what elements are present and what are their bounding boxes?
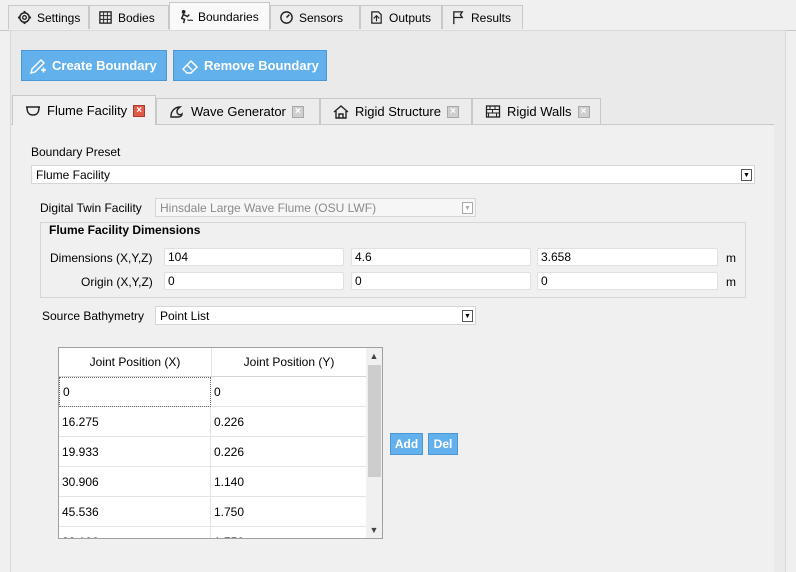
dimension-y-field[interactable]: 4.6 xyxy=(351,248,531,266)
tab-bodies[interactable]: Bodies xyxy=(89,5,169,29)
table-cell[interactable]: 1.750 xyxy=(211,527,366,538)
pencil-plus-icon xyxy=(29,58,46,74)
table-row: 30.906 1.140 xyxy=(59,467,366,497)
boundary-preset-select[interactable]: Flume Facility ▼ xyxy=(31,165,755,184)
origin-x-field[interactable]: 0 xyxy=(164,272,344,290)
close-icon[interactable]: × xyxy=(446,105,459,118)
gear-icon xyxy=(17,10,32,25)
tab-sensors[interactable]: Sensors xyxy=(270,5,360,29)
create-boundary-button[interactable]: Create Boundary xyxy=(21,50,167,81)
bathymetry-table: Joint Position (X) Joint Position (Y) 0 … xyxy=(58,347,383,539)
add-row-button[interactable]: Add xyxy=(390,433,423,455)
tab-outputs[interactable]: Outputs xyxy=(360,5,442,29)
table-cell[interactable]: 0.226 xyxy=(211,407,366,437)
chevron-down-icon[interactable]: ▼ xyxy=(366,522,382,538)
table-cell[interactable]: 0 xyxy=(59,377,211,407)
flag-icon xyxy=(453,11,464,25)
dimensions-label: Dimensions (X,Y,Z) xyxy=(50,251,153,265)
table-cell[interactable]: 1.140 xyxy=(211,467,366,497)
source-bathymetry-select[interactable]: Point List ▼ xyxy=(155,306,476,325)
table-header: Joint Position (X) Joint Position (Y) xyxy=(59,348,366,377)
gauge-icon xyxy=(280,11,293,24)
delete-row-button[interactable]: Del xyxy=(428,433,458,455)
tab-rigid-walls[interactable]: Rigid Walls × xyxy=(472,98,601,124)
close-icon[interactable]: × xyxy=(577,105,590,118)
tab-wave-generator[interactable]: Wave Generator × xyxy=(156,98,320,124)
table-row: 82.106 1.750 xyxy=(59,527,366,538)
table-cell[interactable]: 1.750 xyxy=(211,497,366,527)
tab-label: Results xyxy=(471,10,512,25)
boundary-preset-label: Boundary Preset xyxy=(31,145,121,159)
table-cell[interactable]: 82.106 xyxy=(59,527,211,538)
table-scrollbar[interactable]: ▲ ▼ xyxy=(366,348,382,538)
grid-icon xyxy=(99,11,112,24)
export-icon xyxy=(371,11,382,24)
house-icon xyxy=(333,105,349,119)
table-row: 16.275 0.226 xyxy=(59,407,366,437)
chevron-down-icon: ▼ xyxy=(741,169,752,181)
origin-z-field[interactable]: 0 xyxy=(537,272,718,290)
chevron-down-icon: ▼ xyxy=(462,310,473,322)
table-cell[interactable]: 45.536 xyxy=(59,497,211,527)
chevron-up-icon[interactable]: ▲ xyxy=(366,348,382,364)
tab-results[interactable]: Results xyxy=(442,5,523,29)
unit-label: m xyxy=(726,275,736,289)
tab-label: Sensors xyxy=(299,10,344,25)
table-cell[interactable]: 30.906 xyxy=(59,467,211,497)
table-cell[interactable]: 0.226 xyxy=(211,437,366,467)
column-header-y[interactable]: Joint Position (Y) xyxy=(211,348,366,376)
digital-twin-facility-select[interactable]: Hinsdale Large Wave Flume (OSU LWF) ▼ xyxy=(155,198,476,217)
tab-label: Boundaries xyxy=(198,9,259,24)
column-header-x[interactable]: Joint Position (X) xyxy=(59,348,211,376)
eraser-icon xyxy=(181,59,199,74)
table-cell[interactable]: 0 xyxy=(211,377,366,407)
table-cell[interactable]: 19.933 xyxy=(59,437,211,467)
tab-settings[interactable]: Settings xyxy=(8,5,89,29)
unit-label: m xyxy=(726,251,736,265)
tab-boundaries[interactable]: Boundaries xyxy=(169,2,270,30)
tab-label: Bodies xyxy=(118,10,155,25)
wave-person-icon xyxy=(180,9,193,24)
group-title: Flume Facility Dimensions xyxy=(49,223,201,237)
table-row: 19.933 0.226 xyxy=(59,437,366,467)
table-cell[interactable]: 16.275 xyxy=(59,407,211,437)
flume-icon xyxy=(26,106,40,116)
tab-label: Outputs xyxy=(389,10,432,25)
close-icon[interactable]: × xyxy=(133,104,146,117)
origin-y-field[interactable]: 0 xyxy=(351,272,531,290)
close-icon[interactable]: × xyxy=(291,105,304,118)
chevron-down-icon: ▼ xyxy=(462,202,473,214)
remove-boundary-button[interactable]: Remove Boundary xyxy=(173,50,327,81)
dimension-x-field[interactable]: 104 xyxy=(164,248,344,266)
source-bathymetry-label: Source Bathymetry xyxy=(42,309,145,323)
scrollbar-thumb[interactable] xyxy=(368,365,381,477)
digital-twin-facility-label: Digital Twin Facility xyxy=(40,201,142,215)
wave-icon xyxy=(170,106,183,118)
tab-label: Settings xyxy=(37,10,81,25)
brick-wall-icon xyxy=(485,105,501,118)
table-row: 0 0 xyxy=(59,377,366,407)
origin-label: Origin (X,Y,Z) xyxy=(81,275,153,289)
table-row: 45.536 1.750 xyxy=(59,497,366,527)
tab-rigid-structure[interactable]: Rigid Structure × xyxy=(320,98,472,124)
tab-flume-facility[interactable]: Flume Facility × xyxy=(12,95,156,125)
dimension-z-field[interactable]: 3.658 xyxy=(537,248,718,266)
